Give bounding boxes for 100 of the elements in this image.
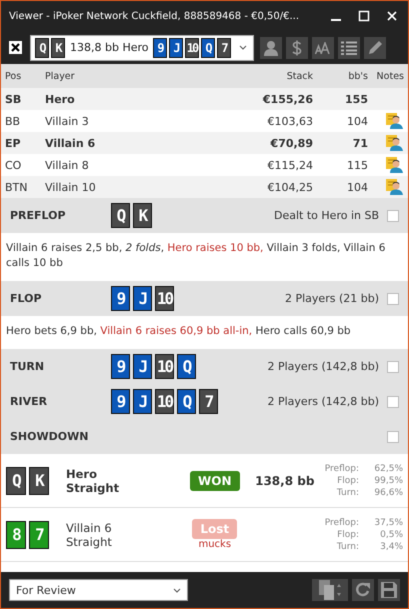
playing-card: 9 [111,354,130,379]
playing-card: Q [177,354,196,379]
playing-card: K [51,38,65,58]
font-size-button[interactable] [312,36,334,58]
table-cell-text: BTN [5,180,28,194]
hand-name: Straight [66,480,120,494]
street-info: 2 Players (21 bb) [285,292,379,305]
playing-card: J [169,38,183,58]
table-cell-text: 104 [346,114,368,128]
window-title: Viewer - iPoker Network Cuckfield, 888589468 - €0,50/€... [9,10,300,22]
font-size-icon [315,42,331,54]
maximize-icon[interactable] [358,10,370,22]
column-header: Stack [286,70,313,82]
equity-label: Turn: [336,486,359,498]
equity-value: 99,5% [373,474,403,486]
playing-card: Q [35,38,49,58]
result-note: mucks [198,539,232,550]
won-amount: 138,8 bb [255,474,314,488]
checkbox[interactable] [387,210,399,222]
checkbox[interactable] [387,396,399,408]
equity-label: Preflop: [324,516,359,528]
playing-card: 7 [199,389,218,414]
result-badge: Lost [192,519,238,539]
playing-card: 8 [6,520,26,548]
playing-card: J [133,286,152,311]
playing-card: K [29,466,49,494]
save-button[interactable] [378,579,400,601]
playing-card: Q [177,389,196,414]
list-button[interactable] [338,36,360,58]
checkbox[interactable] [387,292,399,304]
refresh-button[interactable] [352,579,374,601]
table-cell-text: CO [5,158,22,172]
equity-value: 62,5% [373,462,403,474]
table-cell-text: 115 [346,158,368,172]
player-name: Villain 6 [66,520,113,534]
hand-name: Straight [66,534,113,548]
playing-card: 9 [111,389,130,414]
currency-button[interactable] [286,36,308,58]
hand-summary: 138,8 bb Hero [70,41,148,54]
playing-card: 7 [217,38,231,58]
table-cell-text: €70,89 [269,136,313,150]
column-header: Player [45,70,76,82]
equity-value: 37,5% [373,516,403,528]
table-cell-text: €155,26 [262,92,313,106]
copy-icon [319,580,341,600]
table-cell-text: Villain 10 [45,180,97,194]
playing-card: 9 [153,38,167,58]
equity-label: Preflop: [324,462,359,474]
player-button[interactable] [260,36,282,58]
player-note-icon[interactable] [386,179,404,195]
playing-card: J [133,389,152,414]
player-name: Hero [66,466,98,480]
table-cell-text: 104 [346,180,368,194]
playing-card: 10 [155,286,174,311]
action-text: Villain 6 raises 2,5 bb, 2 folds, Hero raises 10 bb, Villain 3 folds, Villain 6 calls 10 bb [5,241,386,271]
table-cell-text: €115,24 [266,158,313,172]
street-label: SHOWDOWN [10,430,90,443]
equity-label: Flop: [336,474,359,486]
table-cell-text: EP [5,136,22,150]
table-cell-text: SB [5,92,22,106]
street-info: 2 Players (142,8 bb) [268,395,379,408]
table-cell-text: Villain 8 [45,158,90,172]
street-label: PREFLOP [10,209,67,222]
playing-card: 9 [111,286,130,311]
save-icon [381,582,397,598]
equity-label: Turn: [336,540,359,552]
table-cell-text: €104,25 [266,180,313,194]
result-badge: WON [190,470,240,490]
refresh-icon [355,582,371,598]
street-info: Dealt to Hero in SB [274,209,379,222]
checkbox[interactable] [387,360,399,372]
close-icon[interactable] [9,41,22,54]
column-header: Notes [376,70,404,82]
player-note-icon[interactable] [386,113,404,129]
list-icon [341,40,357,54]
hand-selector[interactable]: Q K 138,8 bb Hero 9 J 10 Q 7 [30,34,254,60]
equity-label: Flop: [336,528,359,540]
street-info: 2 Players (142,8 bb) [268,360,379,373]
table-cell-text: Villain 6 [45,136,96,150]
playing-card: Q [201,38,215,58]
person-icon [264,40,278,56]
equity-value: 96,6% [373,486,403,498]
edit-button[interactable] [364,36,386,58]
playing-card: Q [111,203,130,228]
copy-button[interactable] [312,579,348,601]
pencil-icon [368,40,382,55]
street-label: TURN [10,360,46,373]
filter-dropdown[interactable]: For Review [9,579,188,601]
playing-card: 10 [155,354,174,379]
playing-card: 7 [29,520,49,548]
playing-card: 10 [155,389,174,414]
checkbox[interactable] [387,430,399,442]
playing-card: J [133,354,152,379]
table-cell-text: €103,63 [266,114,313,128]
column-header: bb's [347,70,368,82]
playing-card: K [133,203,152,228]
player-note-icon[interactable] [386,157,404,173]
action-text: Hero bets 6,9 bb, Villain 6 raises 60,9 bb all-in, Hero calls 60,9 bb [5,324,352,339]
player-note-icon[interactable] [386,135,404,151]
playing-card: 10 [185,38,199,58]
